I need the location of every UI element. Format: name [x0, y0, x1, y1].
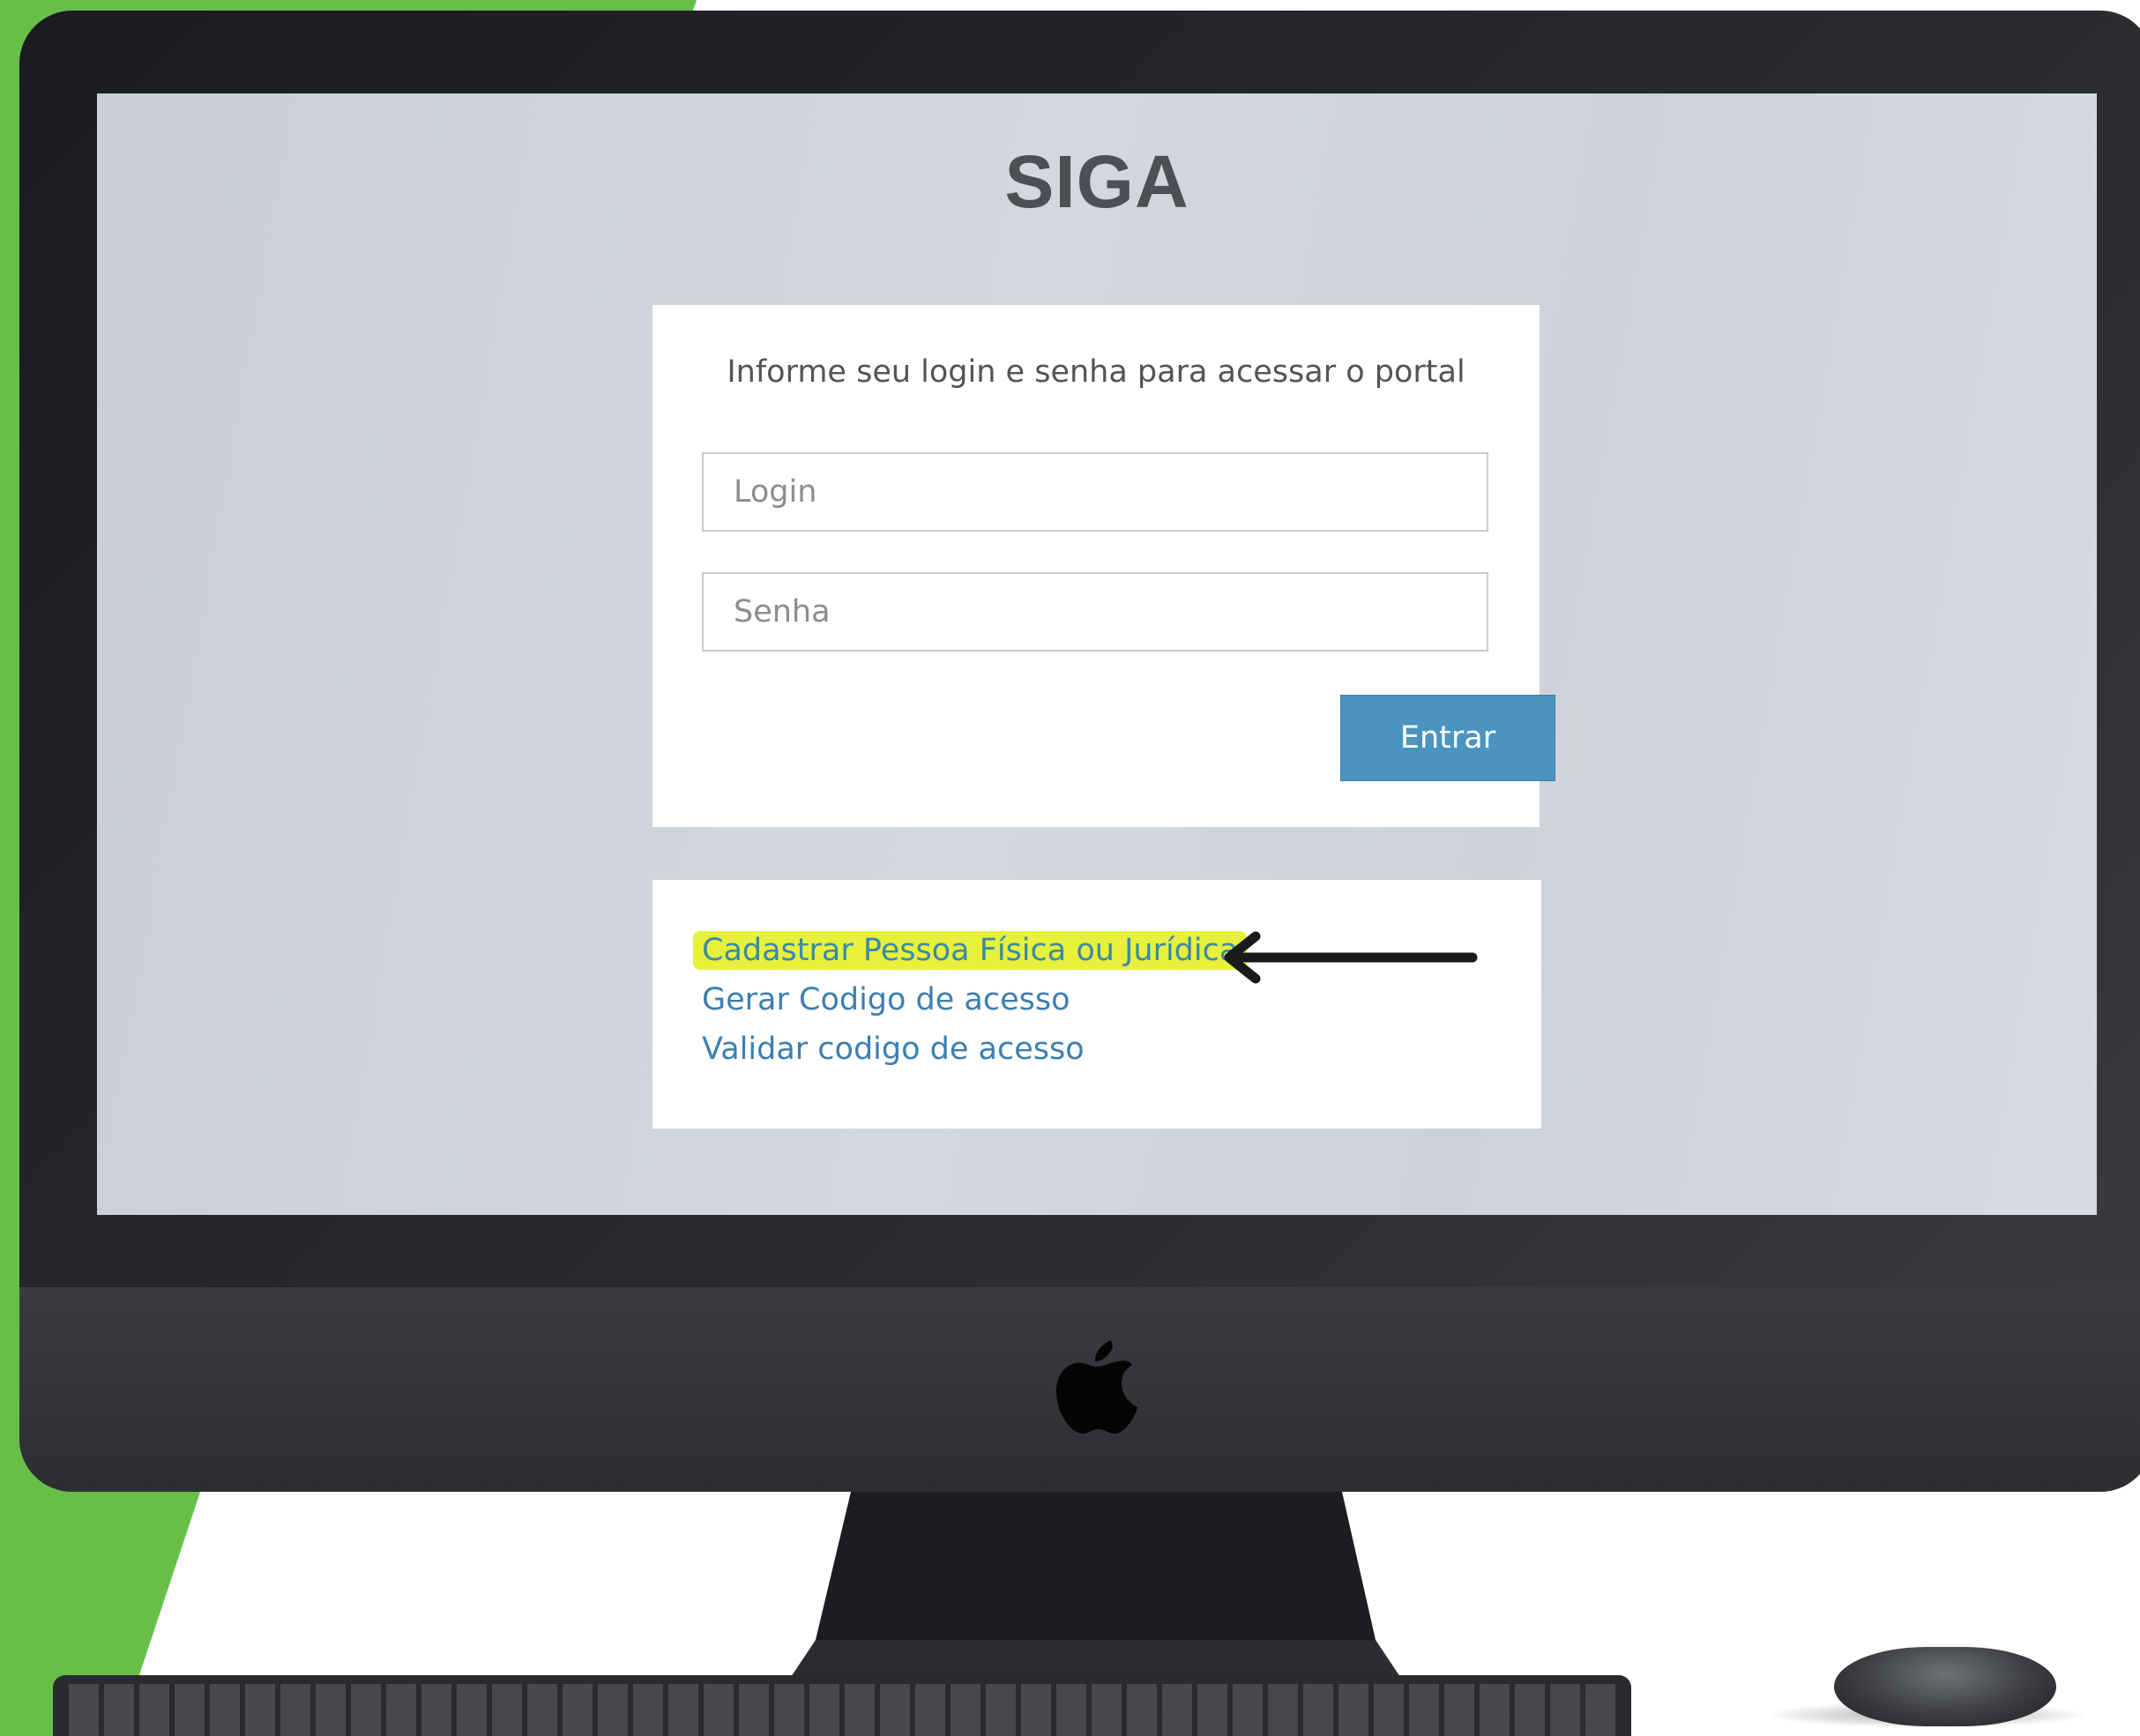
monitor-stand	[780, 1492, 1411, 1693]
keyboard	[53, 1675, 1631, 1736]
mouse	[1834, 1647, 2056, 1726]
keyboard-keys	[69, 1684, 1615, 1736]
